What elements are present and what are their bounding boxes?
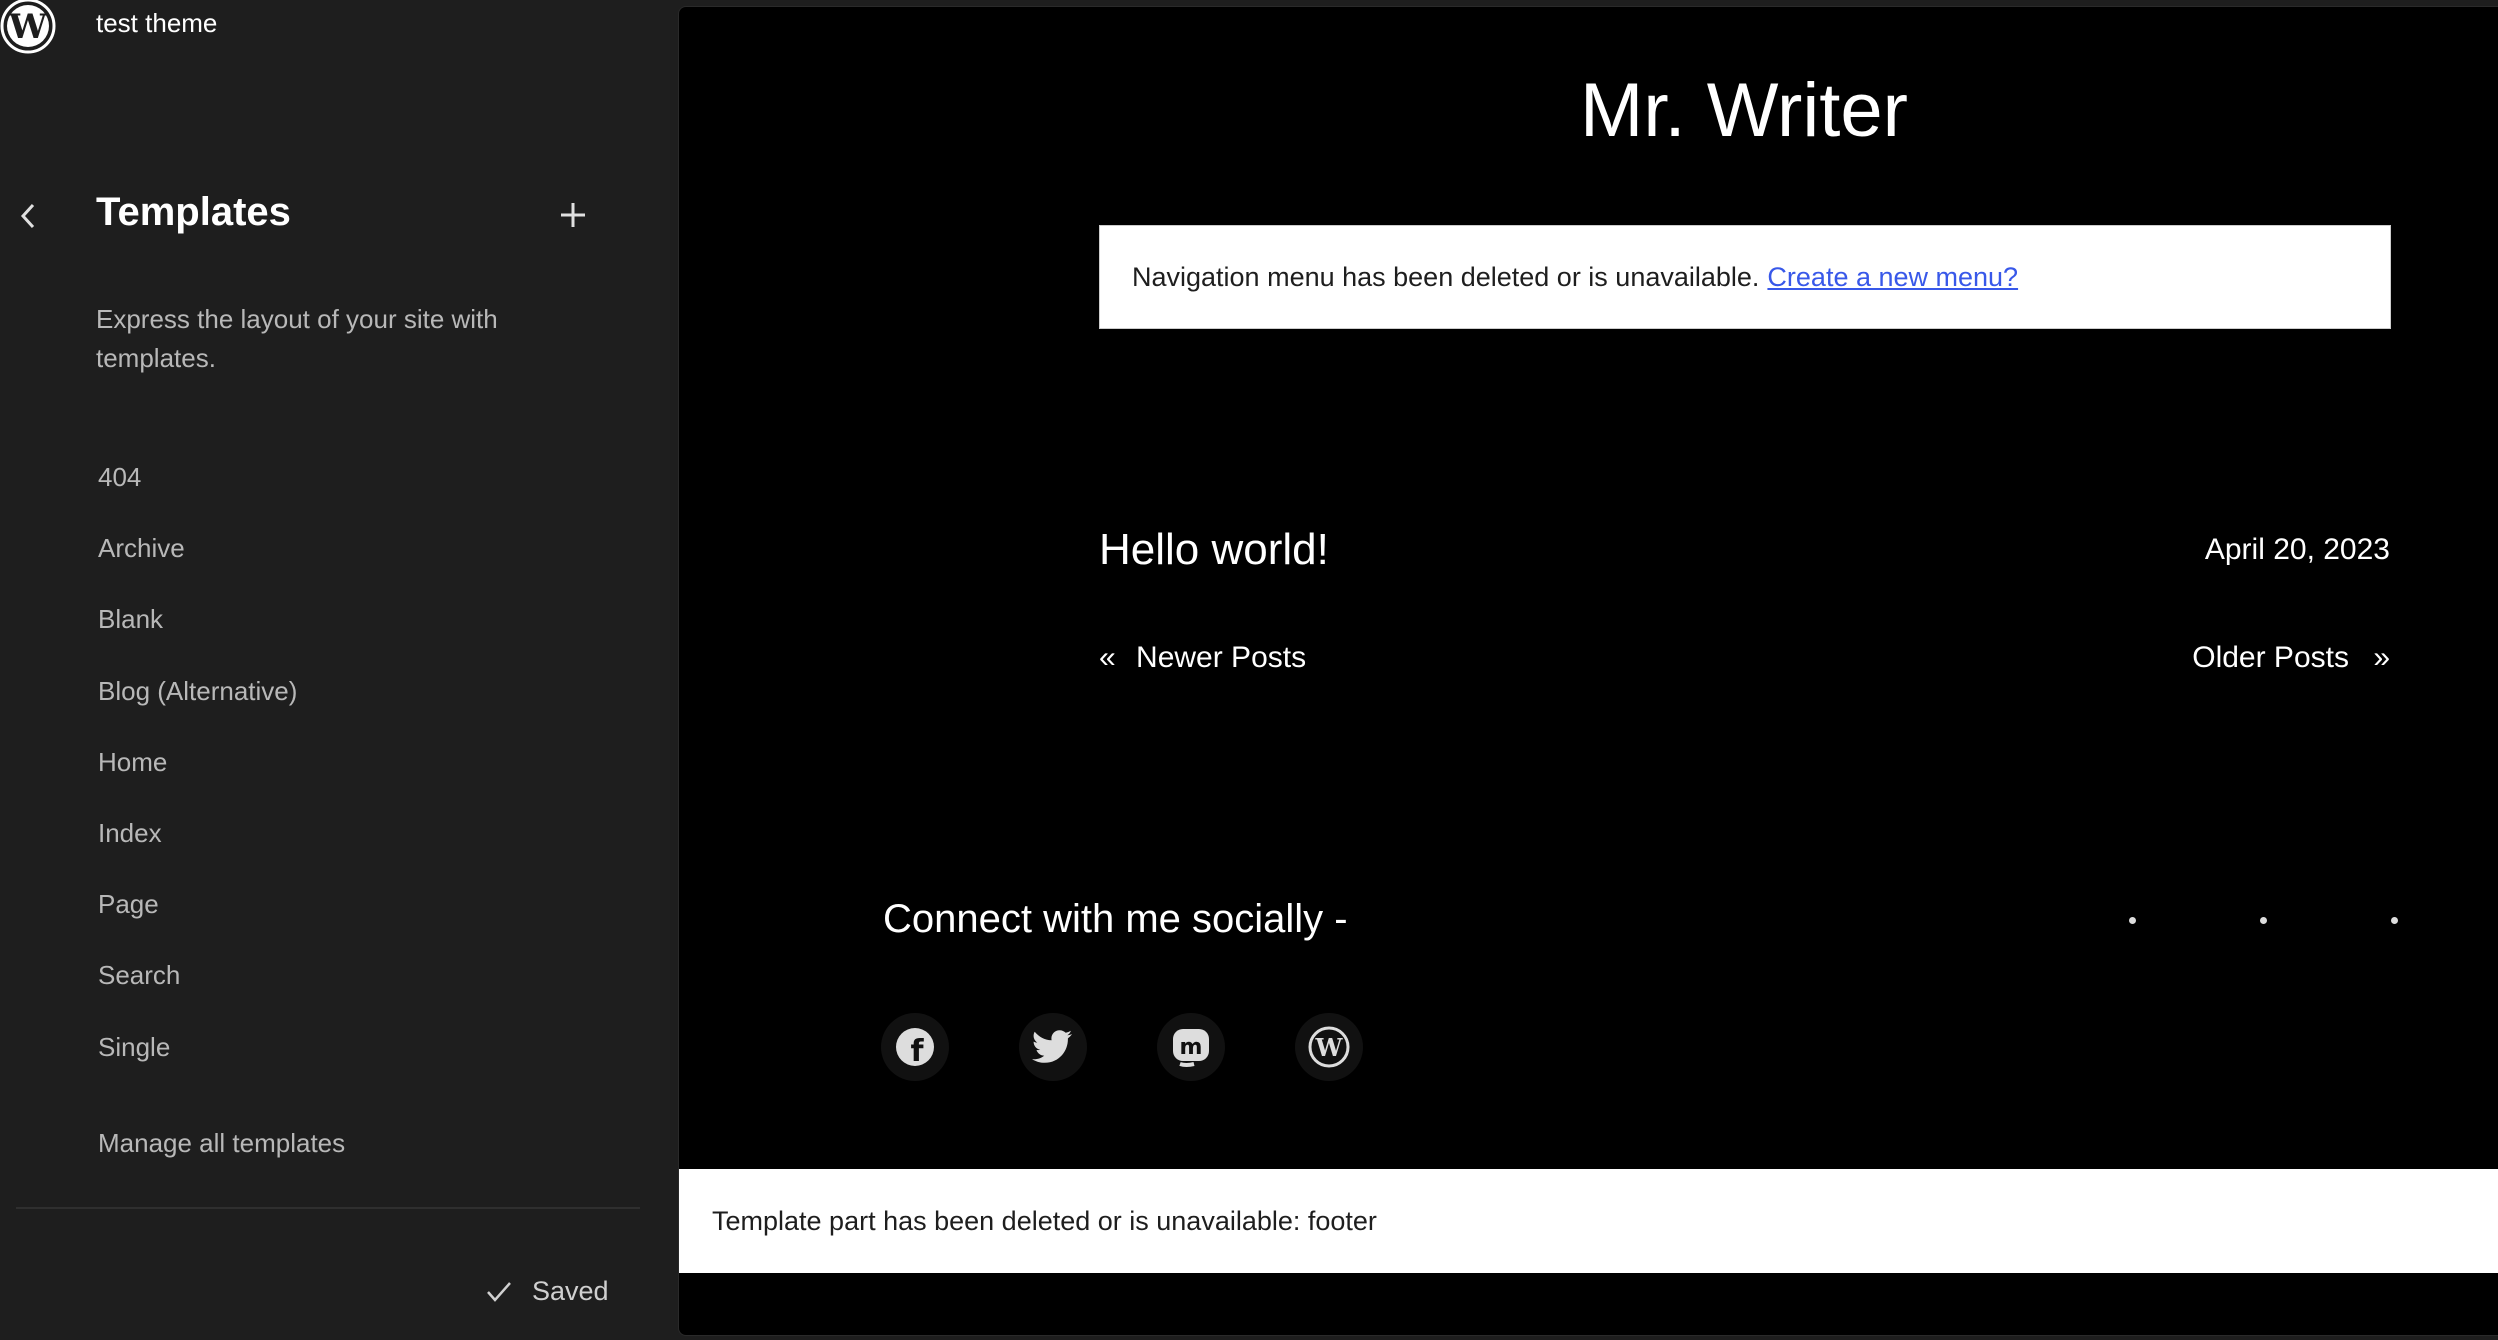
- svg-text:m: m: [1180, 1035, 1203, 1060]
- sidebar-description: Express the layout of your site with tem…: [96, 304, 498, 373]
- site-editor-sidebar: W test theme Templates Express the layou…: [0, 0, 678, 1340]
- mastodon-icon[interactable]: m: [1157, 1013, 1225, 1081]
- wordpress-logo-icon[interactable]: W: [0, 0, 56, 54]
- wordpress-icon[interactable]: W: [1295, 1013, 1363, 1081]
- save-status[interactable]: Saved: [486, 1276, 609, 1307]
- empty-navigation-placeholder[interactable]: [2129, 917, 2429, 929]
- post-date: April 20, 2023: [2204, 533, 2390, 566]
- placeholder-dot: [2260, 917, 2267, 924]
- check-icon: [487, 1281, 511, 1302]
- template-item-blank[interactable]: Blank: [82, 584, 642, 655]
- svg-text:W: W: [1315, 1033, 1344, 1062]
- social-heading: Connect with me socially -: [883, 897, 1348, 941]
- page-title: Templates: [96, 190, 291, 234]
- template-item-home[interactable]: Home: [82, 727, 642, 798]
- placeholder-dot: [2391, 917, 2398, 924]
- plus-icon: [561, 203, 585, 227]
- navigation-warning: Navigation menu has been deleted or is u…: [1099, 225, 2391, 329]
- create-menu-link[interactable]: Create a new menu?: [1767, 262, 2018, 293]
- add-template-button[interactable]: [552, 194, 594, 236]
- footer-template-part-warning: Template part has been deleted or is una…: [679, 1169, 2498, 1273]
- chevron-left-icon: [20, 203, 35, 229]
- newer-posts-arrow: «: [1099, 641, 1116, 674]
- site-title[interactable]: test theme: [96, 8, 217, 39]
- manage-all-templates-link[interactable]: Manage all templates: [98, 1128, 345, 1159]
- template-item-single[interactable]: Single: [82, 1012, 642, 1083]
- template-item-index[interactable]: Index: [82, 798, 642, 869]
- newer-posts-link[interactable]: « Newer Posts: [1099, 641, 1310, 675]
- older-posts-arrow: »: [2373, 641, 2390, 674]
- navigation-warning-text: Navigation menu has been deleted or is u…: [1132, 261, 1760, 292]
- placeholder-dot: [2129, 917, 2136, 924]
- save-status-label: Saved: [532, 1276, 609, 1306]
- older-posts-link[interactable]: Older Posts »: [2192, 641, 2390, 675]
- older-posts-label: Older Posts: [2192, 641, 2349, 674]
- site-title-block[interactable]: Mr. Writer: [679, 67, 2498, 154]
- twitter-icon[interactable]: [1019, 1013, 1087, 1081]
- template-item-page[interactable]: Page: [82, 869, 642, 940]
- svg-text:f: f: [910, 1034, 924, 1068]
- template-item-search[interactable]: Search: [82, 940, 642, 1011]
- facebook-icon[interactable]: f: [881, 1013, 949, 1081]
- sidebar-divider: [16, 1207, 640, 1209]
- template-item-blog-alternative[interactable]: Blog (Alternative): [82, 656, 642, 727]
- newer-posts-label: Newer Posts: [1136, 641, 1307, 674]
- post-title[interactable]: Hello world!: [1099, 525, 1329, 575]
- template-item-archive[interactable]: Archive: [82, 513, 642, 584]
- template-list: 404 Archive Blank Blog (Alternative) Hom…: [82, 442, 642, 1083]
- editor-canvas[interactable]: Mr. Writer Navigation menu has been dele…: [678, 6, 2498, 1336]
- svg-text:W: W: [8, 7, 48, 47]
- back-button[interactable]: [12, 196, 44, 236]
- social-icons: f m W: [881, 1013, 1363, 1081]
- template-item-404[interactable]: 404: [82, 442, 642, 513]
